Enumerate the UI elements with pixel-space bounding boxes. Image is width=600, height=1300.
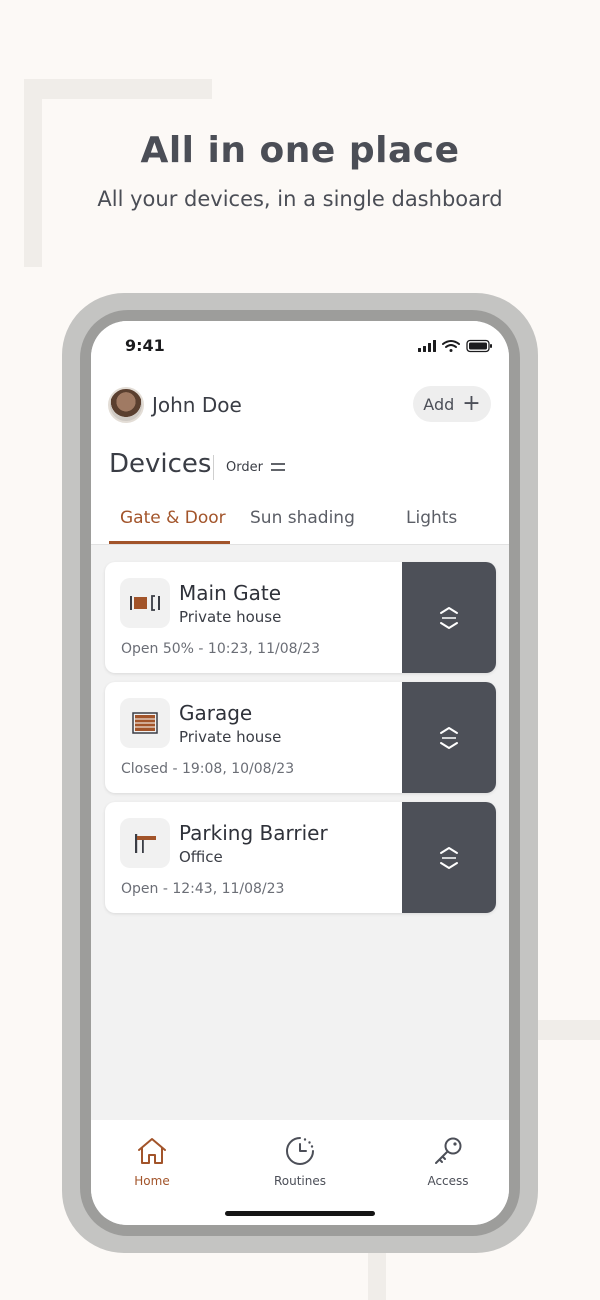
tab-gate-door[interactable]: Gate & Door xyxy=(120,508,226,528)
device-location: Office xyxy=(179,848,223,866)
device-card-garage[interactable]: Garage Private house Closed - 19:08, 10/… xyxy=(105,682,496,793)
home-indicator xyxy=(225,1211,375,1216)
nav-label-routines: Routines xyxy=(273,1174,327,1188)
promo-headline: All in one place xyxy=(140,130,460,171)
tab-lights[interactable]: Lights xyxy=(406,508,457,528)
device-card-parking-barrier[interactable]: Parking Barrier Office Open - 12:43, 11/… xyxy=(105,802,496,913)
device-icon-box xyxy=(120,818,170,868)
device-status: Open - 12:43, 11/08/23 xyxy=(121,881,285,897)
order-button[interactable]: Order xyxy=(226,460,263,475)
page-title: Devices xyxy=(109,449,212,479)
add-device-button[interactable]: Add + xyxy=(413,386,491,422)
battery-icon xyxy=(466,339,492,353)
key-icon xyxy=(435,1137,462,1164)
signal-icon xyxy=(418,340,436,352)
user-name[interactable]: John Doe xyxy=(152,393,242,417)
open-close-chevrons-icon xyxy=(440,606,458,629)
avatar[interactable] xyxy=(108,387,144,423)
device-icon-box xyxy=(120,578,170,628)
add-label: Add xyxy=(423,394,455,414)
device-location: Private house xyxy=(179,728,282,746)
nav-label-access: Access xyxy=(427,1174,469,1188)
title-divider xyxy=(213,455,214,480)
device-name: Main Gate xyxy=(179,581,282,605)
app-header: 9:41 John Doe Add + Devices Order Gate &… xyxy=(91,321,509,545)
nav-item-home[interactable]: Home xyxy=(102,1136,202,1188)
promo-subline: All your devices, in a single dashboard xyxy=(97,187,503,211)
bottom-nav: Home Routines Access xyxy=(91,1120,509,1225)
home-icon xyxy=(138,1138,166,1164)
open-close-button[interactable] xyxy=(402,562,496,673)
device-location: Private house xyxy=(179,608,282,626)
status-icons xyxy=(418,339,492,353)
device-name: Garage xyxy=(179,701,253,725)
device-status: Closed - 19:08, 10/08/23 xyxy=(121,761,295,777)
device-card-main-gate[interactable]: Main Gate Private house Open 50% - 10:23… xyxy=(105,562,496,673)
decor-bracket-left xyxy=(24,79,42,267)
phone-screen: 9:41 John Doe Add + Devices Order Gate &… xyxy=(91,321,509,1225)
nav-label-home: Home xyxy=(134,1174,170,1188)
device-icon-box xyxy=(120,698,170,748)
garage-door-icon xyxy=(132,712,158,734)
nav-item-access[interactable]: Access xyxy=(398,1136,498,1188)
gate-icon xyxy=(130,595,160,611)
open-close-button[interactable] xyxy=(402,802,496,913)
tab-sun-shading[interactable]: Sun shading xyxy=(250,508,355,528)
clock-icon xyxy=(286,1137,314,1165)
device-name: Parking Barrier xyxy=(179,821,328,845)
nav-item-routines[interactable]: Routines xyxy=(250,1136,350,1188)
open-close-chevrons-icon xyxy=(440,726,458,749)
wifi-icon xyxy=(442,340,460,352)
decor-bracket-top xyxy=(24,79,212,99)
open-close-button[interactable] xyxy=(402,682,496,793)
plus-icon: + xyxy=(462,391,481,416)
menu-lines-icon[interactable] xyxy=(271,462,285,472)
tabs-divider xyxy=(91,544,509,545)
device-status: Open 50% - 10:23, 11/08/23 xyxy=(121,641,321,657)
status-time: 9:41 xyxy=(125,336,165,355)
open-close-chevrons-icon xyxy=(440,846,458,869)
parking-barrier-icon xyxy=(135,834,156,853)
